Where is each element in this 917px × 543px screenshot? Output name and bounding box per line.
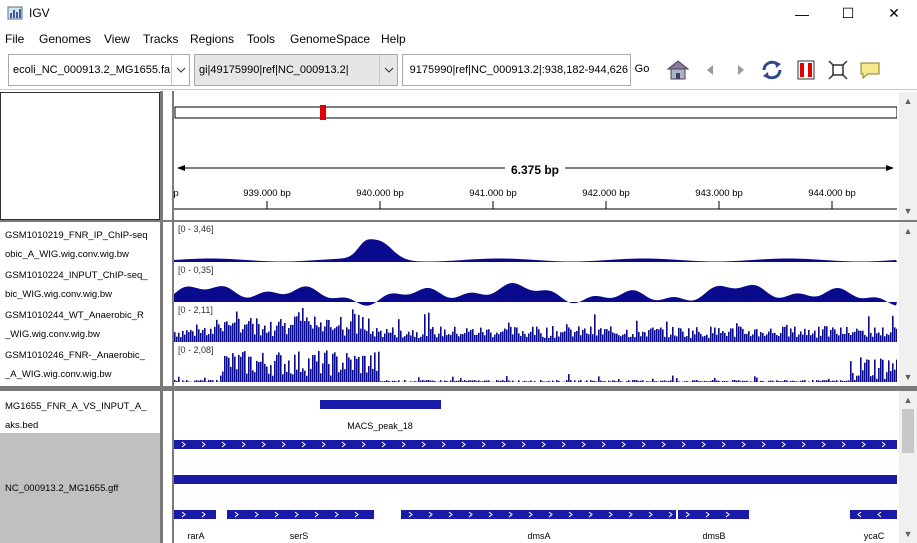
gene-feature <box>174 440 897 449</box>
track-name[interactable]: MG1655_FNR_A_VS_INPUT_A_ aks.bed <box>5 397 147 435</box>
panel-divider[interactable] <box>160 91 163 221</box>
refresh-icon[interactable] <box>760 58 784 82</box>
locus-search-value: 9175990|ref|NC_000913.2|:938,182-944,626 <box>409 64 628 76</box>
ruler-tick-label: 939.000 bp <box>243 188 291 199</box>
gene-label: ycaC <box>863 531 885 541</box>
ruler-tick-label-partial: p <box>173 188 179 199</box>
data-range-label: [0 - 2,11] <box>178 305 213 315</box>
menu-genomespace[interactable]: GenomeSpace <box>290 32 370 46</box>
span-right-arrow <box>886 165 894 171</box>
chromosome-dropdown[interactable]: gi|49175990|ref|NC_000913.2| <box>194 54 398 86</box>
ruler-tick-label: 942.000 bp <box>582 188 630 199</box>
track-name[interactable]: GSM1010244_WT_Anaerobic_R _WIG.wig.conv.… <box>5 306 144 344</box>
chromosome-ideogram <box>174 106 898 119</box>
gene-track-row-2 <box>174 475 897 484</box>
span-left-arrow <box>177 165 185 171</box>
ruler-tick-label: 943.000 bp <box>695 188 743 199</box>
coverage-track-4 <box>174 350 898 382</box>
data-track-name-panel: GSM1010219_FNR_IP_ChIP-seq obic_A_WIG.wi… <box>0 222 160 386</box>
scroll-down-icon[interactable]: ▼ <box>899 527 917 541</box>
data-range-label: [0 - 0,35] <box>178 265 214 275</box>
data-range-label: [0 - 2,08] <box>178 345 214 355</box>
igv-app-icon <box>7 6 23 20</box>
data-range-label: [0 - 3,46] <box>178 224 214 234</box>
fit-window-icon[interactable] <box>826 58 850 82</box>
coverage-track-3 <box>174 308 898 342</box>
chevron-down-icon <box>379 55 397 85</box>
panel-divider[interactable] <box>160 391 163 543</box>
scroll-down-icon[interactable]: ▼ <box>899 204 917 218</box>
feature-graphics <box>174 400 897 519</box>
header-name-panel <box>0 92 160 220</box>
menu-genomes[interactable]: Genomes <box>39 32 91 46</box>
scroll-down-icon[interactable]: ▼ <box>899 370 917 384</box>
gene-label: dmsB <box>702 531 726 541</box>
chromosome-dropdown-value: gi|49175990|ref|NC_000913.2| <box>199 64 349 76</box>
genome-dropdown[interactable]: ecoli_NC_000913.2_MG1655.fa <box>8 54 190 86</box>
gene-feature <box>227 510 374 519</box>
back-icon[interactable] <box>698 58 722 82</box>
genome-dropdown-value: ecoli_NC_000913.2_MG1655.fa <box>13 64 171 76</box>
maximize-button[interactable]: ☐ <box>825 0 871 27</box>
go-button[interactable]: Go <box>632 54 652 86</box>
bed-feature-label: MACS_peak_18 <box>347 421 413 431</box>
popup-info-icon[interactable] <box>858 58 882 82</box>
feature-track-name-panel: MG1655_FNR_A_VS_INPUT_A_ aks.bed NC_0009… <box>0 391 160 543</box>
coverage-track-1 <box>174 239 897 262</box>
gene-feature <box>401 510 676 519</box>
roi-icon[interactable] <box>794 58 818 82</box>
home-icon[interactable] <box>666 58 690 82</box>
scroll-thumb[interactable] <box>902 409 914 453</box>
locus-search-input[interactable]: 9175990|ref|NC_000913.2|:938,182-944,626 <box>402 54 631 86</box>
minimize-icon: — <box>795 5 809 22</box>
toolbar: ecoli_NC_000913.2_MG1655.fa gi|49175990|… <box>0 50 917 90</box>
feature-track-scrollbar[interactable]: ▲ ▼ <box>899 391 917 543</box>
menu-file[interactable]: File <box>5 32 24 46</box>
coverage-signals <box>174 239 898 382</box>
header-scrollbar[interactable]: ▲ ▼ <box>899 92 917 220</box>
forward-icon[interactable] <box>729 58 753 82</box>
ruler-tick-label: 944.000 bp <box>808 188 856 199</box>
menu-help[interactable]: Help <box>381 32 406 46</box>
close-icon: ✕ <box>888 5 900 21</box>
title-bar: IGV — ☐ ✕ <box>0 0 917 27</box>
menu-bar: File Genomes View Tracks Regions Tools G… <box>0 28 917 50</box>
maximize-icon: ☐ <box>841 5 855 21</box>
scroll-up-icon[interactable]: ▲ <box>899 393 917 407</box>
ruler-tick-label: 940.000 bp <box>356 188 404 199</box>
track-name[interactable]: GSM1010224_INPUT_ChIP-seq_ bic_WIG.wig.c… <box>5 266 148 304</box>
gene-feature <box>850 510 897 519</box>
menu-regions[interactable]: Regions <box>190 32 234 46</box>
ruler-ticks <box>266 201 833 209</box>
data-track-panel: [0 - 3,46] [0 - 0,35] [0 - 2,11] [0 - 2,… <box>174 222 898 386</box>
track-name[interactable]: GSM1010219_FNR_IP_ChIP-seq obic_A_WIG.wi… <box>5 226 148 264</box>
span-length-label: 6.375 bp <box>504 163 566 177</box>
data-track-scrollbar[interactable]: ▲ ▼ <box>899 222 917 386</box>
scroll-up-icon[interactable]: ▲ <box>899 224 917 238</box>
ruler-tick-label: 941.000 bp <box>469 188 517 199</box>
macs-peak-feature <box>320 400 441 409</box>
gene-feature <box>174 510 216 519</box>
close-button[interactable]: ✕ <box>871 0 917 27</box>
scroll-up-icon[interactable]: ▲ <box>899 94 917 108</box>
selected-track-background[interactable]: NC_000913.2_MG1655.gff <box>0 433 160 543</box>
track-name[interactable]: GSM1010246_FNR-_Anaerobic_ _A_WIG.wig.co… <box>5 346 145 384</box>
current-region-marker <box>320 105 326 120</box>
ruler-graphics <box>174 105 898 210</box>
chevron-down-icon <box>171 55 189 85</box>
gene-label: rarA <box>187 531 205 541</box>
window-title: IGV <box>29 6 50 20</box>
ruler-panel: 6.375 bp p 939.000 bp 940.000 bp 941.000… <box>173 92 898 220</box>
gene-label: dmsA <box>527 531 551 541</box>
panel-divider[interactable] <box>160 222 163 386</box>
gene-label: serS <box>289 531 309 541</box>
track-name: NC_000913.2_MG1655.gff <box>5 483 119 494</box>
coverage-track-2 <box>174 283 897 306</box>
menu-tools[interactable]: Tools <box>247 32 275 46</box>
menu-view[interactable]: View <box>104 32 130 46</box>
menu-tracks[interactable]: Tracks <box>143 32 179 46</box>
feature-track-panel: MACS_peak_18 rarA serS dmsA dmsB ycaC <box>174 391 897 543</box>
minimize-button[interactable]: — <box>779 0 825 27</box>
